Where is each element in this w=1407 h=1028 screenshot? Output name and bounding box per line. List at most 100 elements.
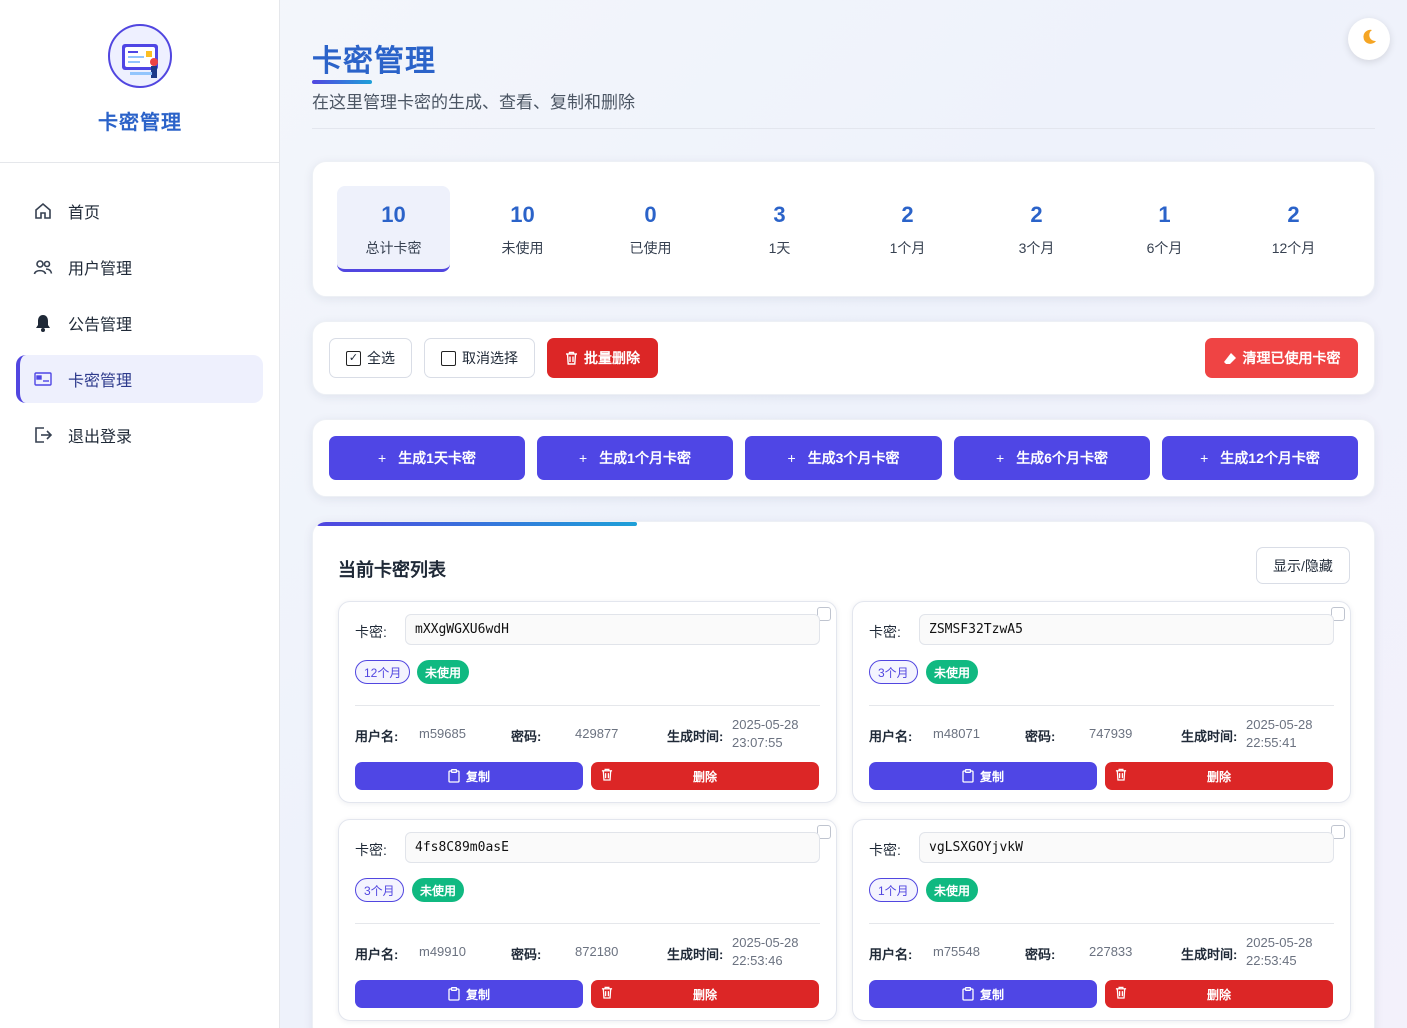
stat-1-day[interactable]: 3 1天 (723, 186, 836, 272)
delete-button[interactable]: 删除 (1105, 762, 1333, 790)
stat-value: 2 (1287, 202, 1300, 227)
generate-6-month-button[interactable]: + 生成6个月卡密 (954, 436, 1150, 480)
duration-badge: 3个月 (869, 660, 918, 684)
duration-badge: 12个月 (355, 660, 411, 684)
password-label: 密码: (511, 729, 542, 744)
bell-icon (32, 312, 54, 334)
sidebar: 卡密管理 首页 用户管理 公告管理 卡密管理 退出登录 (0, 0, 280, 1028)
password-value: 227833 (1089, 944, 1133, 959)
select-all-label: 全选 (367, 350, 395, 366)
brand-logo (108, 24, 172, 88)
created-date: 2025-05-28 (732, 935, 799, 950)
generate-3-month-button[interactable]: + 生成3个月卡密 (745, 436, 942, 480)
stat-label: 总计卡密 (365, 240, 422, 256)
generate-1-month-button[interactable]: + 生成1个月卡密 (537, 436, 733, 480)
stat-total[interactable]: 10 总计卡密 (337, 186, 450, 272)
card-key-item: 卡密: mXXgWGXU6wdH 12个月 未使用 用户名: m59685 密码… (338, 601, 837, 803)
card-divider (355, 705, 820, 706)
sidebar-item-users[interactable]: 用户管理 (16, 243, 263, 291)
delete-button[interactable]: 删除 (1105, 980, 1333, 1008)
card-code-field[interactable]: ZSMSF32TzwA5 (919, 614, 1334, 645)
stat-value: 2 (1030, 202, 1043, 227)
created-label: 生成时间: (667, 729, 724, 744)
deselect-label: 取消选择 (462, 350, 518, 366)
copy-button[interactable]: 复制 (355, 980, 583, 1008)
copy-label: 复制 (979, 769, 1004, 784)
username-label: 用户名: (355, 947, 399, 962)
created-date: 2025-05-28 (1246, 717, 1313, 732)
code-label: 卡密: (355, 842, 387, 858)
bulk-actions-panel: ✓ 全选 取消选择 批量删除 清理已使用卡密 (312, 321, 1375, 395)
card-divider (869, 705, 1334, 706)
code-label: 卡密: (869, 842, 901, 858)
eraser-icon (1223, 352, 1237, 365)
page-title: 卡密管理 (312, 45, 436, 78)
copy-button[interactable]: 复制 (869, 762, 1097, 790)
sidebar-item-logout[interactable]: 退出登录 (16, 411, 263, 459)
sidebar-nav: 首页 用户管理 公告管理 卡密管理 退出登录 (16, 187, 263, 467)
home-icon (32, 200, 54, 222)
plus-icon: + (787, 450, 796, 466)
card-code-field[interactable]: 4fs8C89m0asE (405, 832, 820, 863)
card-code-field[interactable]: vgLSXGOYjvkW (919, 832, 1334, 863)
sidebar-item-announcements[interactable]: 公告管理 (16, 299, 263, 347)
sidebar-item-home[interactable]: 首页 (16, 187, 263, 235)
password-value: 872180 (575, 944, 619, 959)
page-subtitle: 在这里管理卡密的生成、查看、复制和删除 (312, 93, 635, 112)
generate-12-month-button[interactable]: + 生成12个月卡密 (1162, 436, 1358, 480)
clipboard-icon (448, 987, 460, 1001)
plus-icon: + (1200, 450, 1209, 466)
stat-3-month[interactable]: 2 3个月 (980, 186, 1093, 272)
sidebar-item-cards[interactable]: 卡密管理 (16, 355, 263, 403)
sidebar-item-label: 公告管理 (68, 317, 133, 334)
stat-unused[interactable]: 10 未使用 (466, 186, 579, 272)
toggle-visibility-button[interactable]: 显示/隐藏 (1256, 547, 1350, 584)
stat-value: 1 (1158, 202, 1171, 227)
header-divider (312, 128, 1375, 129)
delete-button[interactable]: 删除 (591, 980, 819, 1008)
stat-value: 10 (510, 202, 535, 227)
stat-label: 3个月 (1018, 240, 1055, 256)
list-accent-bar (317, 522, 637, 526)
code-label: 卡密: (869, 624, 901, 640)
duration-badge: 3个月 (355, 878, 404, 902)
trash-icon (601, 986, 613, 999)
stat-6-month[interactable]: 1 6个月 (1108, 186, 1221, 272)
created-time: 22:53:46 (732, 953, 783, 968)
password-label: 密码: (1025, 947, 1056, 962)
clipboard-icon (962, 769, 974, 783)
card-code-field[interactable]: mXXgWGXU6wdH (405, 614, 820, 645)
generate-panel: + 生成1天卡密 + 生成1个月卡密 + 生成3个月卡密 + 生成6个月卡密 +… (312, 419, 1375, 497)
stat-1-month[interactable]: 2 1个月 (851, 186, 964, 272)
plus-icon: + (579, 450, 588, 466)
stat-used[interactable]: 0 已使用 (594, 186, 707, 272)
delete-label: 删除 (1206, 769, 1231, 784)
batch-delete-button[interactable]: 批量删除 (547, 338, 658, 378)
created-date: 2025-05-28 (1246, 935, 1313, 950)
card-key-item: 卡密: ZSMSF32TzwA5 3个月 未使用 用户名: m48071 密码:… (852, 601, 1351, 803)
username-value: m48071 (933, 726, 980, 741)
created-date: 2025-05-28 (732, 717, 799, 732)
trash-icon (565, 351, 578, 365)
stat-label: 6个月 (1146, 240, 1183, 256)
sidebar-item-label: 用户管理 (68, 261, 133, 278)
card-key-item: 卡密: 4fs8C89m0asE 3个月 未使用 用户名: m49910 密码:… (338, 819, 837, 1021)
checkbox-empty-icon (441, 350, 456, 366)
username-label: 用户名: (869, 729, 913, 744)
select-all-button[interactable]: ✓ 全选 (329, 338, 412, 378)
deselect-button[interactable]: 取消选择 (424, 338, 535, 378)
stat-value: 10 (381, 202, 406, 227)
copy-button[interactable]: 复制 (355, 762, 583, 790)
stat-12-month[interactable]: 2 12个月 (1237, 186, 1350, 272)
stat-label: 1个月 (889, 240, 926, 256)
created-label: 生成时间: (1181, 729, 1238, 744)
generate-1-day-button[interactable]: + 生成1天卡密 (329, 436, 525, 480)
status-badge: 未使用 (926, 660, 979, 684)
delete-button[interactable]: 删除 (591, 762, 819, 790)
copy-button[interactable]: 复制 (869, 980, 1097, 1008)
clear-used-button[interactable]: 清理已使用卡密 (1205, 338, 1358, 378)
delete-label: 删除 (1206, 987, 1231, 1002)
stat-label: 未使用 (501, 240, 544, 256)
list-title: 当前卡密列表 (338, 560, 446, 580)
stat-value: 3 (773, 202, 786, 227)
